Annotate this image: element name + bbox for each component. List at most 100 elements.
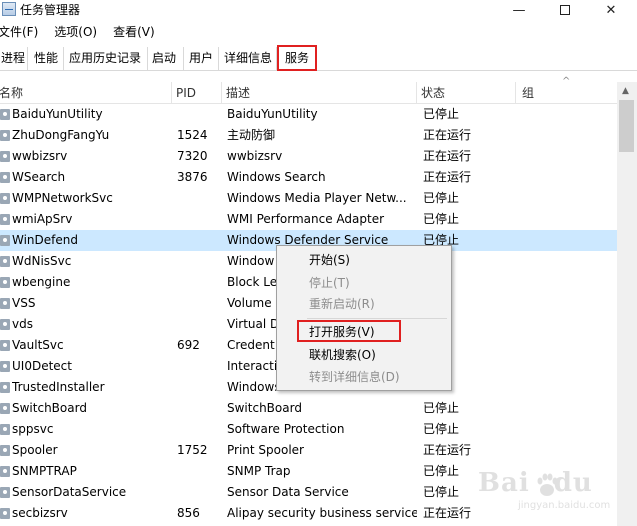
column-status[interactable]: 状态 [419,82,516,104]
menu-go-to-details[interactable]: 转到详细信息(D) [309,367,400,387]
service-status: 已停止 [423,485,460,499]
service-icon [0,382,10,393]
service-name: BaiduYunUtility [12,107,103,121]
service-status: 已停止 [423,464,460,478]
service-icon [0,298,10,309]
service-pid: 856 [177,506,200,520]
tab-details[interactable]: 详细信息 [221,47,277,70]
maximize-icon [560,5,570,15]
service-status: 已停止 [423,212,460,226]
service-description: SwitchBoard [227,401,302,415]
menu-file[interactable]: 文件(F) [0,22,44,42]
table-row[interactable]: Spooler 1752 Print Spooler 正在运行 [0,440,617,461]
column-group[interactable]: 组 [520,82,617,104]
service-icon [0,277,10,288]
service-description: Alipay security business service [227,506,417,520]
service-name: WinDefend [12,233,78,247]
service-icon [0,214,10,225]
table-row[interactable]: WSearch 3876 Windows Search 正在运行 [0,167,617,188]
service-icon [0,424,10,435]
service-status: 正在运行 [423,506,472,520]
service-description: 主动防御 [227,128,276,142]
service-name: SwitchBoard [12,401,87,415]
service-description: SNMP Trap [227,464,291,478]
service-status: 正在运行 [423,128,472,142]
service-description: WMI Performance Adapter [227,212,385,226]
service-name: wmiApSrv [12,212,73,226]
service-name: secbizsrv [12,506,68,520]
service-name: ZhuDongFangYu [12,128,110,142]
service-pid: 692 [177,338,200,352]
service-description: wwbizsrv [227,149,283,163]
column-pid[interactable]: PID [174,82,222,104]
table-row[interactable]: wwbizsrv 7320 wwbizsrv 正在运行 [0,146,617,167]
context-menu: 开始(S) 停止(T) 重新启动(R) 打开服务(V) 联机搜索(O) 转到详细… [276,245,452,391]
service-description: Print Spooler [227,443,304,457]
service-name: VaultSvc [12,338,64,352]
service-pid: 3876 [177,170,208,184]
tab-app-history[interactable]: 应用历史记录 [66,47,148,70]
column-header: 名称 PID 描述 状态 组 [0,82,637,104]
service-icon [0,487,10,498]
service-name: SensorDataService [12,485,127,499]
service-description: Software Protection [227,422,345,436]
menu-options[interactable]: 选项(O) [54,22,103,42]
column-name[interactable]: 名称 [0,82,172,104]
service-description: BaiduYunUtility [227,107,318,121]
service-name: vds [12,317,33,331]
table-row[interactable]: sppsvc Software Protection 已停止 [0,419,617,440]
tab-bar: 进程 性能 应用历史记录 启动 用户 详细信息 服务 [0,45,637,71]
scroll-thumb[interactable] [619,100,634,152]
service-name: wbengine [12,275,71,289]
menu-open-services[interactable]: 打开服务(V) [309,322,375,342]
tab-startup[interactable]: 启动 [149,47,184,70]
service-icon [0,151,10,162]
tab-performance[interactable]: 性能 [31,47,64,70]
column-description[interactable]: 描述 [224,82,417,104]
service-status: 正在运行 [423,170,472,184]
maximize-button[interactable] [542,0,588,20]
service-status: 已停止 [423,401,460,415]
service-status: 正在运行 [423,443,472,457]
scroll-up-icon[interactable]: ▲ [622,86,629,96]
window-title: 任务管理器 [20,3,81,17]
service-status: 已停止 [423,191,460,205]
menu-stop[interactable]: 停止(T) [309,273,350,293]
service-status: 已停止 [423,107,460,121]
vertical-scrollbar[interactable]: ▲ [617,82,637,526]
minimize-button[interactable]: — [496,0,542,20]
service-name: SNMPTRAP [12,464,77,478]
service-description: Sensor Data Service [227,485,349,499]
service-name: TrustedInstaller [12,380,105,394]
watermark-url: jingyan.baidu.com [518,500,611,511]
menu-start[interactable]: 开始(S) [309,250,350,270]
service-icon [0,508,10,519]
task-manager-icon [2,2,16,16]
service-description: Windows Media Player Netw... [227,191,407,205]
tab-processes[interactable]: 进程 [0,47,28,70]
service-pid: 1524 [177,128,208,142]
tab-services[interactable]: 服务 [277,45,317,71]
service-pid: 1752 [177,443,208,457]
tab-users[interactable]: 用户 [186,47,219,70]
service-name: WSearch [12,170,66,184]
menu-restart[interactable]: 重新启动(R) [309,294,375,314]
service-icon [0,340,10,351]
menu-view[interactable]: 查看(V) [113,22,161,42]
service-icon [0,172,10,183]
close-button[interactable]: ✕ [588,0,634,20]
menu-search-online[interactable]: 联机搜索(O) [309,345,376,365]
table-row[interactable]: BaiduYunUtility BaiduYunUtility 已停止 [0,104,617,125]
service-icon [0,403,10,414]
baidu-watermark: Bai du jingyan.baidu.com [478,468,628,518]
table-row[interactable]: SwitchBoard SwitchBoard 已停止 [0,398,617,419]
table-row[interactable]: wmiApSrv WMI Performance Adapter 已停止 [0,209,617,230]
service-name: VSS [12,296,36,310]
table-row[interactable]: ZhuDongFangYu 1524 主动防御 正在运行 [0,125,617,146]
service-icon [0,361,10,372]
table-row[interactable]: WMPNetworkSvc Windows Media Player Netw..… [0,188,617,209]
service-name: Spooler [12,443,58,457]
service-icon [0,109,10,120]
service-icon [0,445,10,456]
menu-separator [307,318,447,319]
